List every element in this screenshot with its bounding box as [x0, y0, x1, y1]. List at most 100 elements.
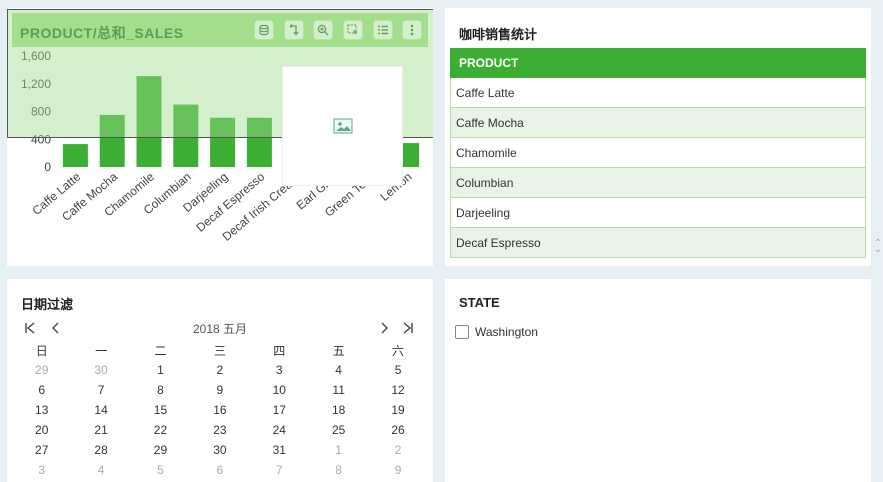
- calendar-day[interactable]: 9: [368, 463, 427, 477]
- select-icon[interactable]: [343, 20, 363, 40]
- calendar-day[interactable]: 24: [250, 423, 309, 437]
- chart-title: PRODUCT/总和_SALES: [20, 25, 184, 41]
- weekday-label: 四: [273, 343, 286, 358]
- calendar-day[interactable]: 30: [190, 443, 249, 457]
- calendar-day[interactable]: 23: [190, 423, 249, 437]
- calendar-week-row: 29 30 1 2 3 4 5: [12, 360, 428, 380]
- calendar-day[interactable]: 21: [71, 423, 130, 437]
- calendar-day[interactable]: 2: [190, 363, 249, 377]
- state-filter-panel: STATE Washington: [445, 279, 871, 482]
- calendar-day[interactable]: 28: [71, 443, 130, 457]
- table-row[interactable]: Caffe Mocha: [450, 108, 866, 138]
- calendar-day[interactable]: 4: [71, 463, 130, 477]
- calendar-day[interactable]: 15: [131, 403, 190, 417]
- weekday-label: 一: [95, 343, 108, 358]
- chart-header: PRODUCT/总和_SALES: [12, 13, 428, 47]
- image-placeholder: [282, 66, 403, 186]
- calendar-day[interactable]: 8: [131, 383, 190, 397]
- calendar-day[interactable]: 20: [12, 423, 71, 437]
- calendar-day[interactable]: 3: [250, 363, 309, 377]
- calendar-day[interactable]: 7: [71, 383, 130, 397]
- swap-icon[interactable]: [284, 20, 304, 40]
- calendar-day[interactable]: 18: [309, 403, 368, 417]
- last-month-icon[interactable]: [402, 321, 414, 337]
- weekday-label: 三: [213, 343, 226, 358]
- calendar-day[interactable]: 1: [309, 443, 368, 457]
- table-row[interactable]: Chamomile: [450, 138, 866, 168]
- calendar-week-row: 6 7 8 9 10 11 12: [12, 380, 428, 400]
- calendar-week-row: 13 14 15 16 17 18 19: [12, 400, 428, 420]
- table-row[interactable]: Caffe Latte: [450, 78, 866, 108]
- table-panel-title: 咖啡销售统计: [459, 27, 538, 42]
- state-option-label: Washington: [475, 325, 538, 339]
- state-option-washington[interactable]: Washington: [455, 325, 538, 339]
- calendar-day[interactable]: 17: [250, 403, 309, 417]
- bar[interactable]: [246, 117, 272, 167]
- coffee-sales-table-panel: 咖啡销售统计 PRODUCT Caffe Latte Caffe Mocha C…: [445, 8, 882, 266]
- zoom-icon[interactable]: [313, 20, 333, 40]
- calendar-day[interactable]: 1: [131, 363, 190, 377]
- calendar-day[interactable]: 14: [71, 403, 130, 417]
- calendar-day[interactable]: 13: [12, 403, 71, 417]
- calendar-day[interactable]: 19: [368, 403, 427, 417]
- weekday-label: 日: [35, 343, 48, 358]
- table-row[interactable]: Darjeeling: [450, 198, 866, 228]
- calendar-day[interactable]: 29: [131, 443, 190, 457]
- weekday-label: 二: [154, 343, 167, 358]
- y-tick-label: 1,600: [21, 49, 51, 63]
- calendar-week-row: 20 21 22 23 24 25 26: [12, 420, 428, 440]
- calendar-day[interactable]: 26: [368, 423, 427, 437]
- state-panel-title: STATE: [459, 295, 500, 310]
- calendar-day[interactable]: 6: [12, 383, 71, 397]
- bar[interactable]: [136, 76, 162, 167]
- calendar-day[interactable]: 6: [190, 463, 249, 477]
- bar[interactable]: [62, 144, 88, 167]
- scroll-arrows-icon[interactable]: ⌃ ⌄: [874, 239, 882, 255]
- calendar-day[interactable]: 9: [190, 383, 249, 397]
- calendar-day[interactable]: 31: [250, 443, 309, 457]
- calendar-day[interactable]: 3: [12, 463, 71, 477]
- calendar-day[interactable]: 8: [309, 463, 368, 477]
- calendar-grid: 日一二三四五六 29 30 1 2 3 4 5 6 7 8 9 10 11 12 13 14 15 16 17 18 19…: [12, 340, 428, 480]
- calendar-day[interactable]: 5: [131, 463, 190, 477]
- calendar-day[interactable]: 7: [250, 463, 309, 477]
- calendar-day[interactable]: 22: [131, 423, 190, 437]
- weekday-header: 日一二三四五六: [12, 340, 428, 360]
- product-table: PRODUCT Caffe Latte Caffe Mocha Chamomil…: [450, 48, 866, 258]
- calendar-day[interactable]: 29: [12, 363, 71, 377]
- calendar-day[interactable]: 11: [309, 383, 368, 397]
- table-row[interactable]: Columbian: [450, 168, 866, 198]
- next-month-icon[interactable]: [378, 321, 390, 337]
- y-tick-label: 0: [44, 160, 51, 174]
- calendar-day[interactable]: 30: [71, 363, 130, 377]
- weekday-label: 五: [332, 343, 345, 358]
- calendar-day[interactable]: 4: [309, 363, 368, 377]
- calendar-day[interactable]: 2: [368, 443, 427, 457]
- database-icon[interactable]: [254, 20, 274, 40]
- calendar-day[interactable]: 16: [190, 403, 249, 417]
- calendar-month-label: 2018 五月: [192, 322, 248, 336]
- calendar-day[interactable]: 5: [368, 363, 427, 377]
- weekday-label: 六: [392, 343, 405, 358]
- calendar-day[interactable]: 12: [368, 383, 427, 397]
- bar[interactable]: [173, 104, 199, 167]
- table-row[interactable]: Decaf Espresso: [450, 228, 866, 258]
- date-panel-title: 日期过滤: [21, 297, 74, 312]
- list-icon[interactable]: [373, 20, 393, 40]
- image-icon: [333, 118, 352, 134]
- calendar-week-row: 27 28 29 30 31 1 2: [12, 440, 428, 460]
- more-icon[interactable]: [402, 20, 422, 40]
- date-filter-panel: 日期过滤 2018 五月 日一二三四五六 29 30 1 2 3 4 5 6 7 8 9 10 11 12 1…: [7, 279, 433, 482]
- calendar-day[interactable]: 27: [12, 443, 71, 457]
- chart-panel: 0 400 800 1,200 1,600 Caffe Latte Caffe Mocha C…: [7, 8, 433, 266]
- y-tick-label: 400: [31, 132, 51, 146]
- y-tick-label: 1,200: [21, 77, 51, 91]
- calendar-day[interactable]: 10: [250, 383, 309, 397]
- checkbox[interactable]: [455, 325, 469, 339]
- table-header-product[interactable]: PRODUCT: [450, 48, 866, 78]
- calendar-week-row: 3456789: [12, 460, 428, 480]
- bar[interactable]: [210, 117, 236, 167]
- bar[interactable]: [99, 114, 125, 167]
- y-tick-label: 800: [31, 105, 51, 119]
- calendar-day[interactable]: 25: [309, 423, 368, 437]
